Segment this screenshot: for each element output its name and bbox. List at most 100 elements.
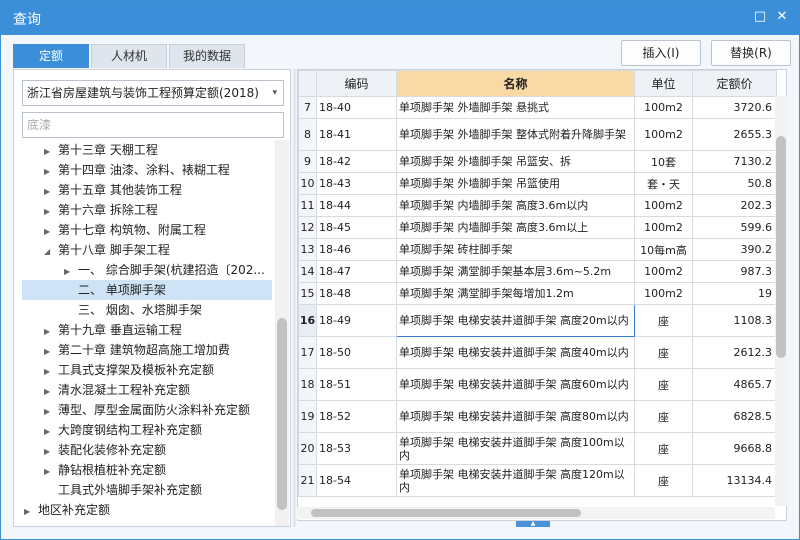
row-number[interactable]: 8 — [298, 118, 317, 151]
tree-item[interactable]: ▶ 工具式支撑架及模板补充定额 — [44, 360, 214, 380]
grid-horizontal-scrollbar[interactable] — [297, 507, 775, 519]
cell-unit[interactable]: 座 — [634, 464, 693, 497]
expand-icon[interactable]: ▶ — [44, 402, 58, 422]
tree-scrollbar-thumb[interactable] — [277, 318, 287, 510]
insert-button[interactable]: 插入(I) — [621, 40, 701, 66]
cell-unit[interactable]: 座 — [634, 368, 693, 401]
cell-code[interactable]: 18-54 — [316, 464, 397, 497]
table-row[interactable]: 13 18-46 单项脚手架 砖柱脚手架 10每m高 390.2 — [298, 238, 777, 261]
row-number[interactable]: 17 — [298, 336, 317, 369]
tree-item[interactable]: ▶ 第二十章 建筑物超高施工增加费 — [44, 340, 230, 360]
cell-name[interactable]: 单项脚手架 满堂脚手架每增加1.2m — [396, 282, 635, 305]
expand-icon[interactable]: ▶ — [44, 462, 58, 482]
cell-code[interactable]: 18-45 — [316, 216, 397, 239]
tree-item[interactable]: ▶ 第十六章 拆除工程 — [44, 200, 158, 220]
cell-code[interactable]: 18-44 — [316, 194, 397, 217]
cell-name[interactable]: 单项脚手架 外墙脚手架 吊篮使用 — [396, 172, 635, 195]
table-row[interactable]: 17 18-50 单项脚手架 电梯安装井道脚手架 高度40m以内座 2612.3 — [298, 336, 777, 369]
cell-unit[interactable]: 100m2 — [634, 282, 693, 305]
cell-unit[interactable]: 座 — [634, 400, 693, 433]
tree-item[interactable]: ▶ 大跨度钢结构工程补充定额 — [44, 420, 202, 440]
cell-price[interactable]: 1108.3 — [692, 304, 777, 337]
cell-unit[interactable]: 座 — [634, 432, 693, 465]
tree-item[interactable]: ▶ 地区补充定额 — [24, 500, 110, 520]
tab-quota[interactable]: 定额 — [13, 44, 89, 68]
cell-code[interactable]: 18-51 — [316, 368, 397, 401]
row-number[interactable]: 13 — [298, 238, 317, 261]
expand-icon[interactable]: ▶ — [44, 422, 58, 442]
cell-unit[interactable]: 座 — [634, 336, 693, 369]
row-number[interactable]: 9 — [298, 150, 317, 173]
tree-item[interactable]: ▶ 装配化装修补充定额 — [44, 440, 166, 460]
row-number[interactable]: 20 — [298, 432, 317, 465]
cell-unit[interactable]: 100m2 — [634, 118, 693, 151]
cell-name[interactable]: 单项脚手架 电梯安装井道脚手架 高度100m以内 — [396, 432, 635, 465]
cell-name[interactable]: 单项脚手架 外墙脚手架 整体式附着升降脚手架 — [396, 118, 635, 151]
cell-unit[interactable]: 100m2 — [634, 216, 693, 239]
row-number[interactable]: 18 — [298, 368, 317, 401]
cell-name[interactable]: 单项脚手架 砖柱脚手架 — [396, 238, 635, 261]
table-row[interactable]: 12 18-45 单项脚手架 内墙脚手架 高度3.6m以上 100m2 599.6 — [298, 216, 777, 239]
cell-name[interactable]: 单项脚手架 内墙脚手架 高度3.6m以内 — [396, 194, 635, 217]
row-number[interactable]: 11 — [298, 194, 317, 217]
expand-icon[interactable]: ▶ — [44, 202, 58, 222]
collapse-icon[interactable]: ◢ — [44, 242, 58, 262]
cell-code[interactable]: 18-53 — [316, 432, 397, 465]
cell-name[interactable]: 单项脚手架 电梯安装井道脚手架 高度60m以内 — [396, 368, 635, 401]
expand-icon[interactable]: ▶ — [44, 342, 58, 362]
cell-name[interactable]: 单项脚手架 满堂脚手架基本层3.6m~5.2m — [396, 260, 635, 283]
table-row[interactable]: 14 18-47 单项脚手架 满堂脚手架基本层3.6m~5.2m 100m2 987.3 — [298, 260, 777, 283]
cell-unit[interactable]: 100m2 — [634, 260, 693, 283]
cell-unit[interactable]: 座 — [634, 304, 693, 337]
cell-price[interactable]: 19 — [692, 282, 777, 305]
cell-price[interactable]: 7130.2 — [692, 150, 777, 173]
table-row[interactable]: 9 18-42 单项脚手架 外墙脚手架 吊篮安、拆 10套 7130.2 — [298, 150, 777, 173]
cell-price[interactable]: 202.3 — [692, 194, 777, 217]
cell-price[interactable]: 6828.5 — [692, 400, 777, 433]
table-row[interactable]: 16 18-49 单项脚手架 电梯安装井道脚手架 高度20m以内座 1108.3 — [298, 304, 777, 337]
grid-vertical-scrollbar[interactable] — [775, 96, 787, 506]
splitter[interactable] — [293, 69, 296, 527]
tree-item[interactable]: ▶ 第十九章 垂直运输工程 — [44, 320, 182, 340]
tree-item[interactable]: ▶ 第十三章 天棚工程 — [44, 140, 158, 160]
cell-name[interactable]: 单项脚手架 内墙脚手架 高度3.6m以上 — [396, 216, 635, 239]
table-row[interactable]: 15 18-48 单项脚手架 满堂脚手架每增加1.2m 100m2 19 — [298, 282, 777, 305]
expand-icon[interactable]: ▶ — [44, 322, 58, 342]
tree-scrollbar[interactable] — [275, 140, 289, 526]
cell-name[interactable]: 单项脚手架 电梯安装井道脚手架 高度80m以内 — [396, 400, 635, 433]
cell-code[interactable]: 18-41 — [316, 118, 397, 151]
cell-unit[interactable]: 100m2 — [634, 194, 693, 217]
cell-code[interactable]: 18-50 — [316, 336, 397, 369]
tree-item[interactable]: 工具式外墙脚手架补充定额 — [44, 480, 202, 500]
cell-name[interactable]: 单项脚手架 外墙脚手架 吊篮安、拆 — [396, 150, 635, 173]
tree-item[interactable]: ▶ 静钻根植桩补充定额 — [44, 460, 166, 480]
tree-item-scaffold-chapter[interactable]: ◢ 第十八章 脚手架工程 — [44, 240, 170, 260]
cell-name[interactable]: 单项脚手架 电梯安装井道脚手架 高度40m以内 — [396, 336, 635, 369]
expand-icon[interactable]: ▶ — [64, 262, 78, 282]
cell-price[interactable]: 50.8 — [692, 172, 777, 195]
tree-item[interactable]: ▶ 第十四章 油漆、涂料、裱糊工程 — [44, 160, 230, 180]
table-row[interactable]: 11 18-44 单项脚手架 内墙脚手架 高度3.6m以内 100m2 202.3 — [298, 194, 777, 217]
table-row[interactable]: 10 18-43 单项脚手架 外墙脚手架 吊篮使用 套・天 50.8 — [298, 172, 777, 195]
cell-unit[interactable]: 10每m高 — [634, 238, 693, 261]
expand-icon[interactable]: ▶ — [44, 382, 58, 402]
cell-unit[interactable]: 10套 — [634, 150, 693, 173]
tree-item[interactable]: ▶ 一、 综合脚手架(杭建招造〔202... — [64, 260, 265, 280]
cell-code[interactable]: 18-49 — [316, 304, 397, 337]
cell-code[interactable]: 18-46 — [316, 238, 397, 261]
tree-item[interactable]: ▶ 第十七章 构筑物、附属工程 — [44, 220, 206, 240]
cell-code[interactable]: 18-40 — [316, 96, 397, 119]
expand-icon[interactable]: ▶ — [24, 502, 38, 522]
chevron-up-icon[interactable]: ▲ — [516, 521, 550, 527]
expand-icon[interactable]: ▶ — [44, 362, 58, 382]
chevron-down-icon[interactable]: ▾ — [272, 81, 277, 105]
tree-item[interactable]: ▶ 清水混凝土工程补充定额 — [44, 380, 190, 400]
row-number[interactable]: 15 — [298, 282, 317, 305]
header-unit[interactable]: 单位 — [634, 70, 693, 97]
search-input[interactable]: 底漆 — [22, 112, 284, 138]
tab-my-data[interactable]: 我的数据 — [169, 44, 245, 68]
cell-price[interactable]: 13134.4 — [692, 464, 777, 497]
tree-item-selected[interactable]: 二、 单项脚手架 — [64, 280, 166, 300]
row-number[interactable]: 16 — [298, 304, 317, 337]
row-number[interactable]: 19 — [298, 400, 317, 433]
